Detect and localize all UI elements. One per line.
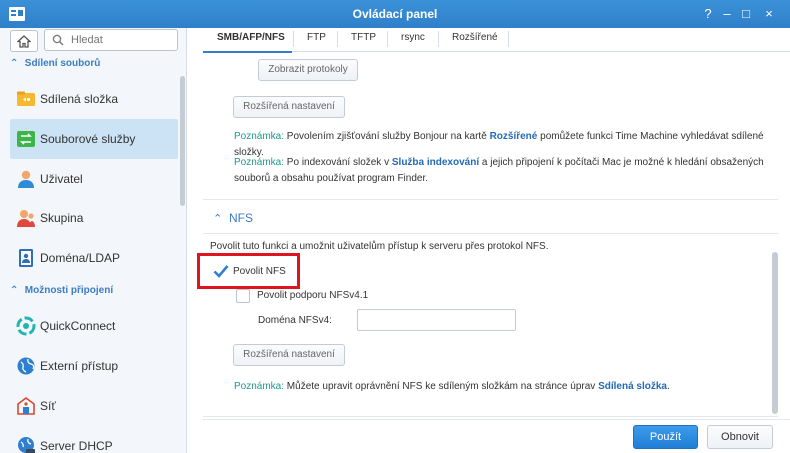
nfsv41-checkbox[interactable] (236, 289, 250, 303)
tab-smb-afp-nfs[interactable]: SMB/AFP/NFS (217, 32, 285, 52)
nfsv41-label[interactable]: Povolit podporu NFSv4.1 (257, 290, 368, 301)
chevron-up-icon: ⌃ (10, 285, 19, 296)
domain-ldap-icon (19, 249, 33, 267)
reset-button[interactable]: Obnovit (707, 425, 773, 449)
dhcp-server-icon (18, 437, 35, 453)
sidebar-item-external-access[interactable]: Externí přístup (10, 346, 178, 386)
tab-bar: SMB/AFP/NFS FTP TFTP rsync Rozšířené (203, 28, 790, 52)
note-label: Poznámka: (234, 131, 285, 142)
main-content: Zobrazit protokoly Rozšířená nastavení P… (203, 53, 790, 420)
shared-folder-icon (17, 91, 35, 106)
sidebar-item-shared-folder[interactable]: Sdílená složka (10, 79, 178, 119)
search-icon (52, 34, 64, 46)
sidebar-scrollbar[interactable] (180, 76, 185, 206)
nfsv4-domain-label: Doména NFSv4: (258, 315, 332, 326)
tab-separator (293, 31, 294, 47)
search-input[interactable] (71, 33, 171, 47)
afp-note-indexing: Poznámka: Po indexování složek v Služba … (234, 157, 764, 184)
tab-separator (387, 31, 388, 47)
tab-separator (438, 31, 439, 47)
afp-advanced-settings-button[interactable]: Rozšířená nastavení (233, 96, 345, 118)
minimize-icon[interactable]: – (719, 6, 735, 22)
network-icon (17, 397, 35, 415)
indexing-service-link[interactable]: Služba indexování (392, 157, 479, 168)
nfs-advanced-settings-button[interactable]: Rozšířená nastavení (233, 344, 345, 366)
advanced-tab-link[interactable]: Rozšířené (490, 131, 538, 142)
home-button[interactable] (10, 30, 38, 52)
sidebar-item-quickconnect[interactable]: QuickConnect (10, 306, 178, 346)
window-title: Ovládací panel (352, 7, 438, 21)
section-divider (203, 233, 778, 234)
section-divider (203, 199, 778, 200)
main-scrollbar[interactable] (772, 252, 778, 414)
shared-folder-link[interactable]: Sdílená složka (598, 381, 667, 392)
tab-tftp[interactable]: TFTP (351, 32, 376, 52)
sidebar-item-file-services[interactable]: Souborové služby (10, 119, 178, 159)
sidebar-item-domain-ldap[interactable]: Doména/LDAP (10, 238, 178, 278)
annotation-highlight-box (197, 253, 300, 289)
tab-separator (508, 31, 509, 47)
help-icon[interactable]: ? (700, 6, 716, 22)
external-access-icon (17, 357, 35, 375)
quickconnect-icon (16, 316, 36, 336)
search-field[interactable] (44, 29, 178, 51)
tab-rsync[interactable]: rsync (401, 32, 425, 52)
tab-ftp[interactable]: FTP (307, 32, 326, 52)
sidebar-item-user[interactable]: Uživatel (10, 159, 178, 199)
section-file-sharing[interactable]: ⌃ Sdílení souborů (10, 58, 100, 74)
nfs-section-header[interactable]: ⌃ NFS (213, 211, 253, 225)
section-connectivity[interactable]: ⌃ Možnosti připojení (10, 285, 113, 301)
footer-bar: Použít Obnovit (203, 419, 790, 453)
chevron-up-icon: ⌃ (10, 58, 19, 69)
user-icon (18, 170, 34, 188)
title-bar: Ovládací panel ? – □ × (0, 0, 790, 28)
sidebar-item-dhcp-server[interactable]: Server DHCP (10, 426, 178, 453)
section-divider (203, 416, 778, 417)
sidebar: ⌃ Sdílení souborů Sdílená složka Souboro… (0, 28, 187, 453)
apply-button[interactable]: Použít (633, 425, 698, 449)
nfsv4-domain-input[interactable] (357, 309, 516, 331)
sidebar-item-group[interactable]: Skupina (10, 198, 178, 238)
home-icon (17, 35, 31, 48)
note-label: Poznámka: (234, 381, 285, 392)
close-icon[interactable]: × (761, 6, 777, 22)
note-label: Poznámka: (234, 157, 285, 168)
nfs-note: Poznámka: Můžete upravit oprávnění NFS k… (234, 381, 670, 392)
chevron-up-icon: ⌃ (213, 213, 223, 225)
maximize-icon[interactable]: □ (738, 6, 754, 22)
group-icon (17, 210, 35, 227)
file-services-icon (17, 131, 35, 147)
show-logs-button[interactable]: Zobrazit protokoly (258, 59, 358, 81)
tab-separator (337, 31, 338, 47)
sidebar-item-network[interactable]: Síť (10, 386, 178, 426)
tab-advanced[interactable]: Rozšířené (452, 32, 498, 52)
